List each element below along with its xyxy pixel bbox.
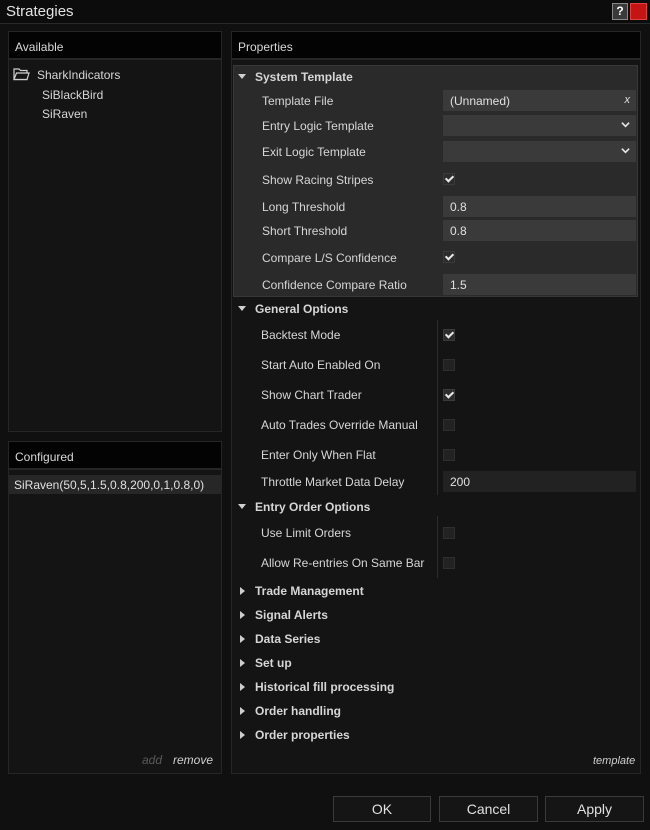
throttle-delay-value: 200 bbox=[450, 475, 471, 489]
prop-auto-trades-override: Auto Trades Override Manual bbox=[261, 418, 418, 432]
prop-start-auto-enabled: Start Auto Enabled On bbox=[261, 358, 381, 372]
prop-exit-logic: Exit Logic Template bbox=[262, 145, 366, 159]
properties-header-label: Properties bbox=[238, 40, 293, 54]
prop-short-threshold: Short Threshold bbox=[262, 224, 348, 238]
category-label: Data Series bbox=[255, 632, 321, 646]
category-signal-alerts[interactable]: Signal Alerts bbox=[238, 608, 328, 622]
triangle-right-icon bbox=[240, 658, 245, 667]
title-bar: Strategies ? bbox=[0, 0, 650, 24]
category-entry-order-options[interactable]: Entry Order Options bbox=[238, 500, 370, 514]
add-link[interactable]: add bbox=[142, 753, 162, 767]
close-icon[interactable] bbox=[630, 3, 647, 20]
category-historical-fill[interactable]: Historical fill processing bbox=[238, 680, 394, 694]
category-label: Order properties bbox=[255, 728, 350, 742]
properties-header: Properties bbox=[231, 31, 641, 59]
show-chart-trader-checkbox[interactable] bbox=[443, 389, 455, 401]
show-racing-stripes-checkbox[interactable] bbox=[443, 173, 455, 185]
folder-icon bbox=[13, 68, 30, 81]
prop-show-chart-trader: Show Chart Trader bbox=[261, 388, 362, 402]
available-header: Available bbox=[8, 31, 222, 59]
confidence-ratio-value: 1.5 bbox=[450, 278, 467, 292]
configured-panel bbox=[8, 469, 222, 774]
column-divider bbox=[437, 516, 438, 578]
window-title: Strategies bbox=[6, 3, 74, 20]
use-limit-orders-checkbox[interactable] bbox=[443, 527, 455, 539]
long-threshold-field[interactable]: 0.8 bbox=[443, 196, 636, 217]
allow-reentries-checkbox[interactable] bbox=[443, 557, 455, 569]
exit-logic-select[interactable] bbox=[443, 141, 636, 162]
prop-confidence-ratio: Confidence Compare Ratio bbox=[262, 278, 407, 292]
prop-long-threshold: Long Threshold bbox=[262, 200, 346, 214]
triangle-right-icon bbox=[240, 706, 245, 715]
triangle-right-icon bbox=[240, 586, 245, 595]
triangle-down-icon bbox=[238, 74, 246, 80]
prop-compare-confidence: Compare L/S Confidence bbox=[262, 251, 397, 265]
category-label: General Options bbox=[255, 302, 349, 316]
available-panel bbox=[8, 59, 222, 432]
template-file-value: (Unnamed) bbox=[450, 94, 511, 108]
throttle-delay-field[interactable]: 200 bbox=[443, 471, 636, 492]
prop-throttle-delay: Throttle Market Data Delay bbox=[261, 475, 405, 489]
configured-header-label: Configured bbox=[15, 450, 74, 464]
category-label: Trade Management bbox=[255, 584, 364, 598]
long-threshold-value: 0.8 bbox=[450, 200, 467, 214]
triangle-right-icon bbox=[240, 730, 245, 739]
configured-header: Configured bbox=[8, 441, 222, 469]
chevron-down-icon bbox=[621, 122, 630, 128]
category-trade-management[interactable]: Trade Management bbox=[238, 584, 364, 598]
compare-confidence-checkbox[interactable] bbox=[443, 251, 455, 263]
category-data-series[interactable]: Data Series bbox=[238, 632, 320, 646]
entry-logic-select[interactable] bbox=[443, 115, 636, 136]
confidence-ratio-field[interactable]: 1.5 bbox=[443, 274, 636, 295]
backtest-mode-checkbox[interactable] bbox=[443, 329, 455, 341]
prop-allow-reentries: Allow Re-entries On Same Bar bbox=[261, 556, 425, 570]
triangle-right-icon bbox=[240, 634, 245, 643]
template-file-field[interactable]: (Unnamed) x bbox=[443, 90, 636, 111]
prop-template-file: Template File bbox=[262, 94, 334, 108]
tree-item-siblackbird[interactable]: SiBlackBird bbox=[42, 88, 103, 102]
ok-button[interactable]: OK bbox=[333, 796, 431, 822]
category-order-handling[interactable]: Order handling bbox=[238, 704, 341, 718]
remove-link[interactable]: remove bbox=[173, 753, 213, 767]
category-label: Entry Order Options bbox=[255, 500, 371, 514]
enter-only-flat-checkbox[interactable] bbox=[443, 449, 455, 461]
prop-enter-only-flat: Enter Only When Flat bbox=[261, 448, 376, 462]
auto-trades-override-checkbox[interactable] bbox=[443, 419, 455, 431]
short-threshold-value: 0.8 bbox=[450, 224, 467, 238]
tree-folder-sharkindicators[interactable]: SharkIndicators bbox=[37, 68, 120, 82]
available-header-label: Available bbox=[15, 40, 64, 54]
category-label: Historical fill processing bbox=[255, 680, 395, 694]
help-icon[interactable]: ? bbox=[612, 3, 628, 20]
cancel-button[interactable]: Cancel bbox=[439, 796, 538, 822]
tree-item-siraven[interactable]: SiRaven bbox=[42, 107, 87, 121]
category-label: System Template bbox=[255, 70, 353, 84]
apply-button[interactable]: Apply bbox=[545, 796, 644, 822]
category-system-template[interactable]: System Template bbox=[238, 70, 353, 84]
triangle-down-icon bbox=[238, 504, 246, 510]
prop-use-limit-orders: Use Limit Orders bbox=[261, 526, 352, 540]
prop-show-racing-stripes: Show Racing Stripes bbox=[262, 173, 374, 187]
category-label: Set up bbox=[255, 656, 292, 670]
triangle-right-icon bbox=[240, 610, 245, 619]
chevron-down-icon bbox=[621, 148, 630, 154]
short-threshold-field[interactable]: 0.8 bbox=[443, 220, 636, 241]
clear-icon[interactable]: x bbox=[625, 94, 631, 106]
category-set-up[interactable]: Set up bbox=[238, 656, 292, 670]
prop-entry-logic: Entry Logic Template bbox=[262, 119, 374, 133]
template-link[interactable]: template bbox=[593, 755, 635, 767]
start-auto-enabled-checkbox[interactable] bbox=[443, 359, 455, 371]
configured-item[interactable]: SiRaven(50,5,1.5,0.8,200,0,1,0.8,0) bbox=[9, 475, 221, 494]
prop-backtest-mode: Backtest Mode bbox=[261, 328, 341, 342]
column-divider bbox=[437, 320, 438, 495]
triangle-down-icon bbox=[238, 306, 246, 312]
triangle-right-icon bbox=[240, 682, 245, 691]
category-order-properties[interactable]: Order properties bbox=[238, 728, 350, 742]
category-general-options[interactable]: General Options bbox=[238, 302, 348, 316]
category-label: Signal Alerts bbox=[255, 608, 328, 622]
category-label: Order handling bbox=[255, 704, 342, 718]
